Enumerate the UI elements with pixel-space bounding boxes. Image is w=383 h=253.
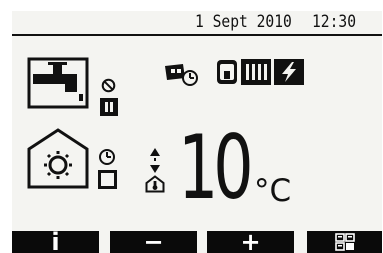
clock-icon <box>99 149 115 165</box>
menu-grid-icon <box>334 233 355 251</box>
temperature-unit: °C <box>254 173 292 209</box>
info-icon: i <box>51 231 60 253</box>
date-display: 1 Sept 2010 <box>195 12 292 32</box>
increase-button[interactable]: + <box>207 231 294 253</box>
decrease-button[interactable]: − <box>110 231 197 253</box>
cylinder-tank-icon <box>217 60 237 84</box>
menu-button[interactable] <box>307 231 382 253</box>
lightning-icon <box>274 59 304 85</box>
holiday-timer-icon <box>165 64 198 86</box>
mode-square-icon <box>98 170 117 189</box>
room-temperature-value: 10 <box>178 116 254 219</box>
electric-heater-icon <box>241 59 271 85</box>
up-down-arrows-icon[interactable] <box>148 147 162 174</box>
hot-water-tap-icon <box>27 57 89 109</box>
status-bar: 1 Sept 2010 12:30 <box>12 11 382 36</box>
stop-square-icon <box>100 98 118 116</box>
controller-screen: 1 Sept 2010 12:30 10 °C i − + <box>12 11 382 253</box>
prohibit-icon <box>101 78 116 93</box>
heating-house-icon <box>27 128 89 189</box>
minus-icon: − <box>143 231 164 253</box>
info-button[interactable]: i <box>12 231 99 253</box>
plus-icon: + <box>240 231 261 253</box>
room-thermostat-icon <box>145 175 165 193</box>
time-display: 12:30 <box>312 12 357 32</box>
